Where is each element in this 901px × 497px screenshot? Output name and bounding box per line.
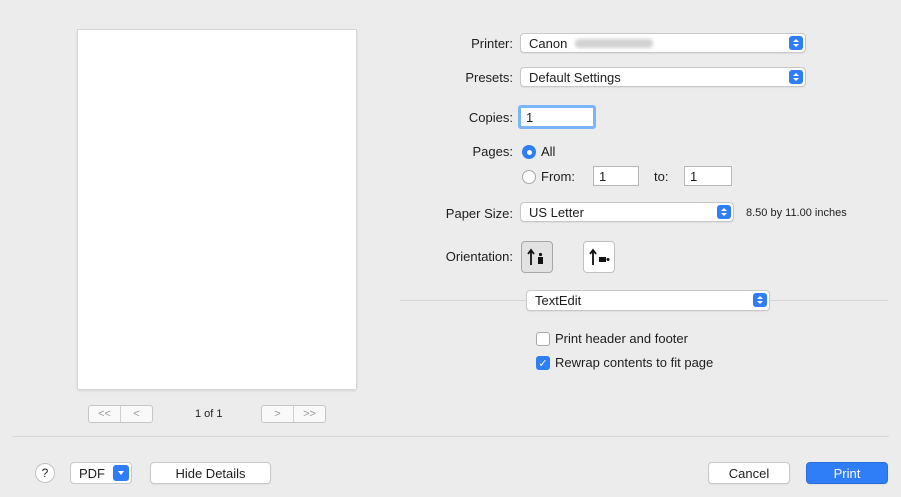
app-options-value: TextEdit bbox=[535, 293, 582, 308]
landscape-icon bbox=[589, 248, 610, 265]
portrait-orientation-button[interactable] bbox=[521, 241, 553, 273]
pages-all-label: All bbox=[541, 144, 556, 159]
pages-from-field[interactable]: 1 bbox=[593, 166, 639, 186]
presets-label: Presets: bbox=[465, 70, 513, 85]
print-preview bbox=[78, 30, 356, 389]
presets-value: Default Settings bbox=[529, 69, 621, 85]
print-button[interactable]: Print bbox=[806, 462, 888, 484]
header-footer-label: Print header and footer bbox=[555, 331, 688, 346]
popup-stepper-icon bbox=[753, 293, 767, 307]
popup-stepper-icon bbox=[789, 70, 803, 84]
portrait-icon bbox=[527, 248, 543, 265]
chevron-down-icon bbox=[113, 465, 129, 481]
rewrap-label: Rewrap contents to fit page bbox=[555, 355, 714, 370]
previous-page-button[interactable]: < bbox=[120, 406, 152, 422]
paper-dimensions: 8.50 by 11.00 inches bbox=[746, 207, 847, 219]
printer-model-redacted bbox=[575, 38, 654, 48]
printer-label: Printer: bbox=[471, 36, 513, 51]
pages-all-radio[interactable] bbox=[522, 145, 536, 159]
next-page-button[interactable]: > bbox=[262, 406, 293, 422]
pages-to-field[interactable]: 1 bbox=[684, 166, 732, 186]
popup-stepper-icon bbox=[789, 36, 803, 50]
pages-range-radio[interactable] bbox=[522, 170, 536, 184]
cancel-button[interactable]: Cancel bbox=[708, 462, 790, 484]
header-footer-checkbox[interactable] bbox=[536, 332, 550, 346]
landscape-orientation-button[interactable] bbox=[583, 241, 615, 273]
page-indicator: 1 of 1 bbox=[195, 408, 223, 420]
hide-details-button[interactable]: Hide Details bbox=[150, 462, 271, 484]
printer-popup[interactable]: Canon bbox=[520, 33, 806, 53]
app-options-popup[interactable]: TextEdit bbox=[526, 290, 770, 311]
help-button[interactable]: ? bbox=[35, 463, 55, 483]
rewrap-checkbox[interactable]: ✓ bbox=[536, 356, 550, 370]
paper-size-value: US Letter bbox=[529, 204, 584, 220]
last-page-button[interactable]: >> bbox=[293, 406, 325, 422]
preview-nav-back: << < bbox=[88, 405, 153, 423]
orientation-label: Orientation: bbox=[445, 249, 513, 264]
pages-from-label: From: bbox=[541, 169, 575, 184]
pdf-label: PDF bbox=[79, 465, 105, 481]
first-page-button[interactable]: << bbox=[89, 406, 120, 422]
popup-stepper-icon bbox=[717, 205, 731, 219]
checkmark-icon: ✓ bbox=[538, 357, 548, 370]
paper-size-popup[interactable]: US Letter bbox=[520, 202, 734, 222]
copies-field[interactable]: 1 bbox=[518, 105, 596, 129]
preview-nav-forward: > >> bbox=[261, 405, 326, 423]
footer-divider bbox=[12, 436, 889, 437]
copies-label: Copies: bbox=[468, 110, 513, 125]
printer-value: Canon bbox=[529, 35, 568, 51]
pages-to-label: to: bbox=[654, 169, 669, 184]
pages-label: Pages: bbox=[472, 144, 513, 159]
presets-popup[interactable]: Default Settings bbox=[520, 67, 806, 87]
paper-size-label: Paper Size: bbox=[445, 206, 513, 221]
pdf-menu-button[interactable]: PDF bbox=[70, 462, 132, 484]
